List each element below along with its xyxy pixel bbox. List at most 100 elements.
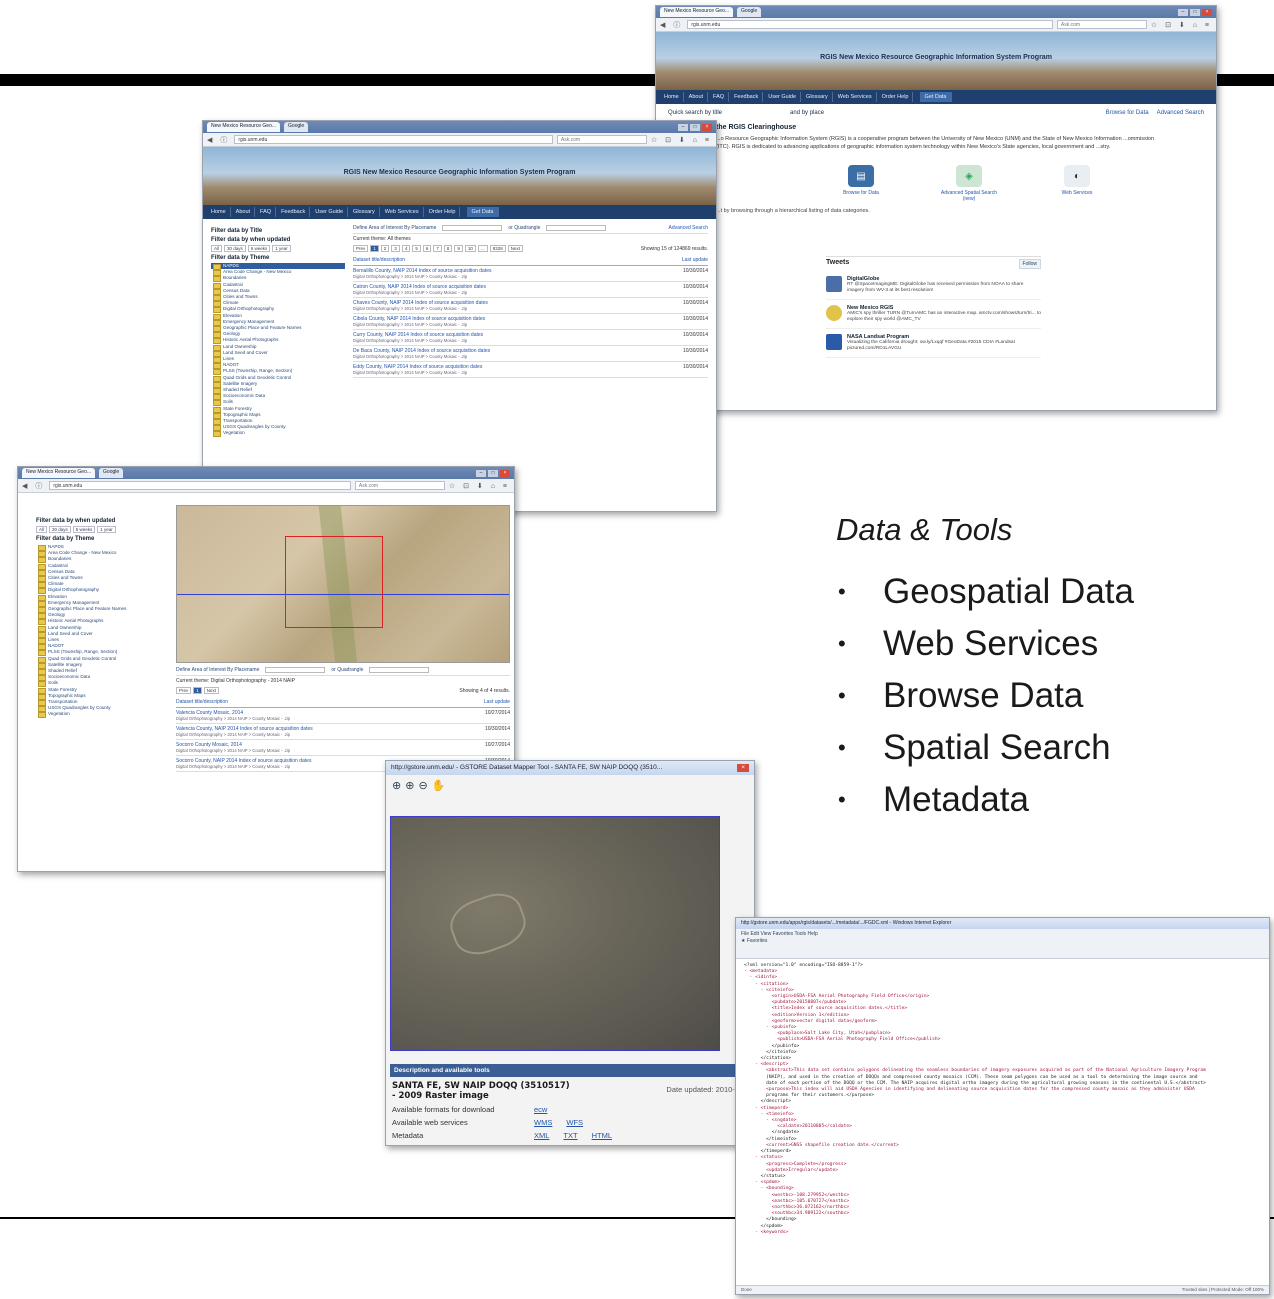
page-button[interactable]: 6 — [422, 245, 432, 252]
page-button[interactable]: 8328 — [489, 245, 506, 252]
page-button[interactable]: 8 — [443, 245, 453, 252]
wfs-link[interactable]: WFS — [566, 1118, 583, 1127]
back-forward-icon[interactable]: ◀ ⓘ — [660, 20, 683, 30]
browse-link[interactable]: Browse for Data — [1106, 110, 1149, 116]
page-button[interactable]: 9 — [454, 245, 463, 252]
spatial-search-tool[interactable]: ◈ Advanced Spatial Search (new) — [934, 165, 1004, 202]
zoom-extent-icon[interactable]: ⊕ — [392, 779, 401, 793]
updated-30-days[interactable]: 30 days — [224, 245, 246, 252]
url-bar[interactable]: rgis.unm.edu — [49, 481, 351, 490]
col-update-header[interactable]: Last update — [682, 257, 708, 263]
search-box[interactable]: Ask.com — [1056, 20, 1147, 29]
prev-page[interactable]: Prev — [176, 687, 192, 694]
page-button[interactable]: ... — [477, 245, 488, 252]
menu-glossary[interactable]: Glossary — [802, 92, 833, 102]
close-button[interactable]: × — [1202, 8, 1212, 16]
ie-favorites-bar[interactable]: ★ Favorites — [741, 938, 1264, 945]
tab-rgis[interactable]: New Mexico Resource Geo... — [22, 468, 96, 478]
advanced-search-link[interactable]: Advanced Search — [1157, 110, 1204, 116]
ie-menu[interactable]: File Edit View Favorites Tools Help — [741, 931, 1264, 938]
tab-google[interactable]: Google — [284, 122, 309, 132]
menu-faq[interactable]: FAQ — [256, 207, 277, 217]
toolbar-icons[interactable]: ☆ ⊡ ⬇ ⌂ ≡ — [449, 482, 510, 490]
zoom-status[interactable]: Trusted sites | Protected Mode: Off 100% — [1182, 1287, 1264, 1293]
follow-button[interactable]: Follow — [1018, 259, 1041, 269]
xml-link[interactable]: XML — [534, 1131, 549, 1140]
maximize-button[interactable]: □ — [690, 123, 700, 131]
zoom-in-icon[interactable]: ⊕ — [405, 779, 414, 793]
col-title-header[interactable]: Dataset title/description — [353, 257, 405, 263]
area-of-interest-box[interactable] — [285, 536, 383, 628]
browse-data-tool[interactable]: ▤ Browse for Data — [826, 165, 896, 202]
toolbar-icons[interactable]: ☆ ⊡ ⬇ ⌂ ≡ — [1151, 21, 1212, 29]
advanced-search-link[interactable]: Advanced Search — [669, 225, 708, 231]
page-button[interactable]: 5 — [412, 245, 421, 252]
menu-home[interactable]: Home — [660, 92, 684, 102]
updated-1-year[interactable]: 1 year — [97, 526, 116, 533]
page-button[interactable]: 4 — [401, 245, 411, 252]
menu-feedback[interactable]: Feedback — [730, 92, 764, 102]
updated-6-weeks[interactable]: 6 weeks — [247, 245, 271, 252]
menu-glossary[interactable]: Glossary — [349, 207, 380, 217]
tab-rgis[interactable]: New Mexico Resource Geo... — [207, 122, 281, 132]
theme-item[interactable]: Vegetation — [211, 430, 345, 438]
back-forward-icon[interactable]: ◀ ⓘ — [207, 135, 230, 145]
minimize-button[interactable]: – — [678, 123, 688, 131]
minimize-button[interactable]: – — [476, 469, 486, 477]
close-button[interactable]: × — [702, 123, 712, 131]
maximize-button[interactable]: □ — [1190, 8, 1200, 16]
html-link[interactable]: HTML — [592, 1131, 612, 1140]
page-button[interactable]: 2 — [380, 245, 390, 252]
txt-link[interactable]: TXT — [563, 1131, 577, 1140]
placename-input[interactable] — [442, 225, 503, 231]
page-button[interactable]: 10 — [464, 245, 476, 252]
page-button[interactable]: 1 — [370, 245, 379, 252]
page-button[interactable]: 3 — [391, 245, 400, 252]
search-box[interactable]: Ask.com — [354, 481, 445, 490]
minimize-button[interactable]: – — [1178, 8, 1188, 16]
next-page[interactable]: Next — [203, 687, 220, 694]
menu-get-data[interactable]: Get Data — [920, 92, 952, 102]
quadrangle-input[interactable] — [546, 225, 607, 231]
toolbar-icons[interactable]: ☆ ⊡ ⬇ ⌂ ≡ — [651, 136, 712, 144]
zoom-out-icon[interactable]: ⊖ — [418, 779, 427, 793]
page-1[interactable]: 1 — [193, 687, 202, 694]
menu-about[interactable]: About — [685, 92, 709, 102]
page-button[interactable]: Next — [507, 245, 523, 252]
page-button[interactable]: 7 — [433, 245, 442, 252]
col-title-header[interactable]: Dataset title/description — [176, 699, 228, 705]
menu-order-help[interactable]: Order Help — [425, 207, 461, 217]
updated-30-days[interactable]: 30 days — [49, 526, 71, 533]
pan-hand-icon[interactable]: ✋ — [432, 779, 446, 793]
satellite-image[interactable] — [390, 816, 720, 1051]
menu-home[interactable]: Home — [207, 207, 231, 217]
updated-1-year[interactable]: 1 year — [272, 245, 291, 252]
theme-item[interactable]: Vegetation — [36, 711, 171, 719]
placename-input[interactable] — [265, 667, 326, 673]
updated-all[interactable]: All — [211, 245, 223, 252]
menu-about[interactable]: About — [232, 207, 256, 217]
menu-get-data[interactable]: Get Data — [467, 207, 499, 217]
maximize-button[interactable]: □ — [488, 469, 498, 477]
page-button[interactable]: Prev — [353, 245, 369, 252]
menu-faq[interactable]: FAQ — [709, 92, 730, 102]
menu-user-guide[interactable]: User Guide — [764, 92, 802, 102]
updated-all[interactable]: All — [36, 526, 48, 533]
map-view[interactable] — [176, 505, 510, 663]
wms-link[interactable]: WMS — [534, 1118, 552, 1127]
menu-order-help[interactable]: Order Help — [878, 92, 914, 102]
url-bar[interactable]: rgis.unm.edu — [234, 135, 553, 144]
menu-web-services[interactable]: Web Services — [834, 92, 877, 102]
col-update-header[interactable]: Last update — [484, 699, 510, 705]
format-ecw-link[interactable]: ecw — [534, 1105, 547, 1114]
menu-web-services[interactable]: Web Services — [381, 207, 424, 217]
url-bar[interactable]: rgis.unm.edu — [687, 20, 1053, 29]
web-services-tool[interactable]: ◐ Web Services — [1042, 165, 1112, 202]
tab-rgis[interactable]: New Mexico Resource Geo... — [660, 7, 734, 17]
quadrangle-input[interactable] — [369, 667, 430, 673]
tab-google[interactable]: Google — [737, 7, 762, 17]
close-button[interactable]: × — [500, 469, 510, 477]
search-box[interactable]: Ask.com — [556, 135, 647, 144]
back-forward-icon[interactable]: ◀ ⓘ — [22, 481, 45, 491]
updated-6-weeks[interactable]: 6 weeks — [72, 526, 96, 533]
